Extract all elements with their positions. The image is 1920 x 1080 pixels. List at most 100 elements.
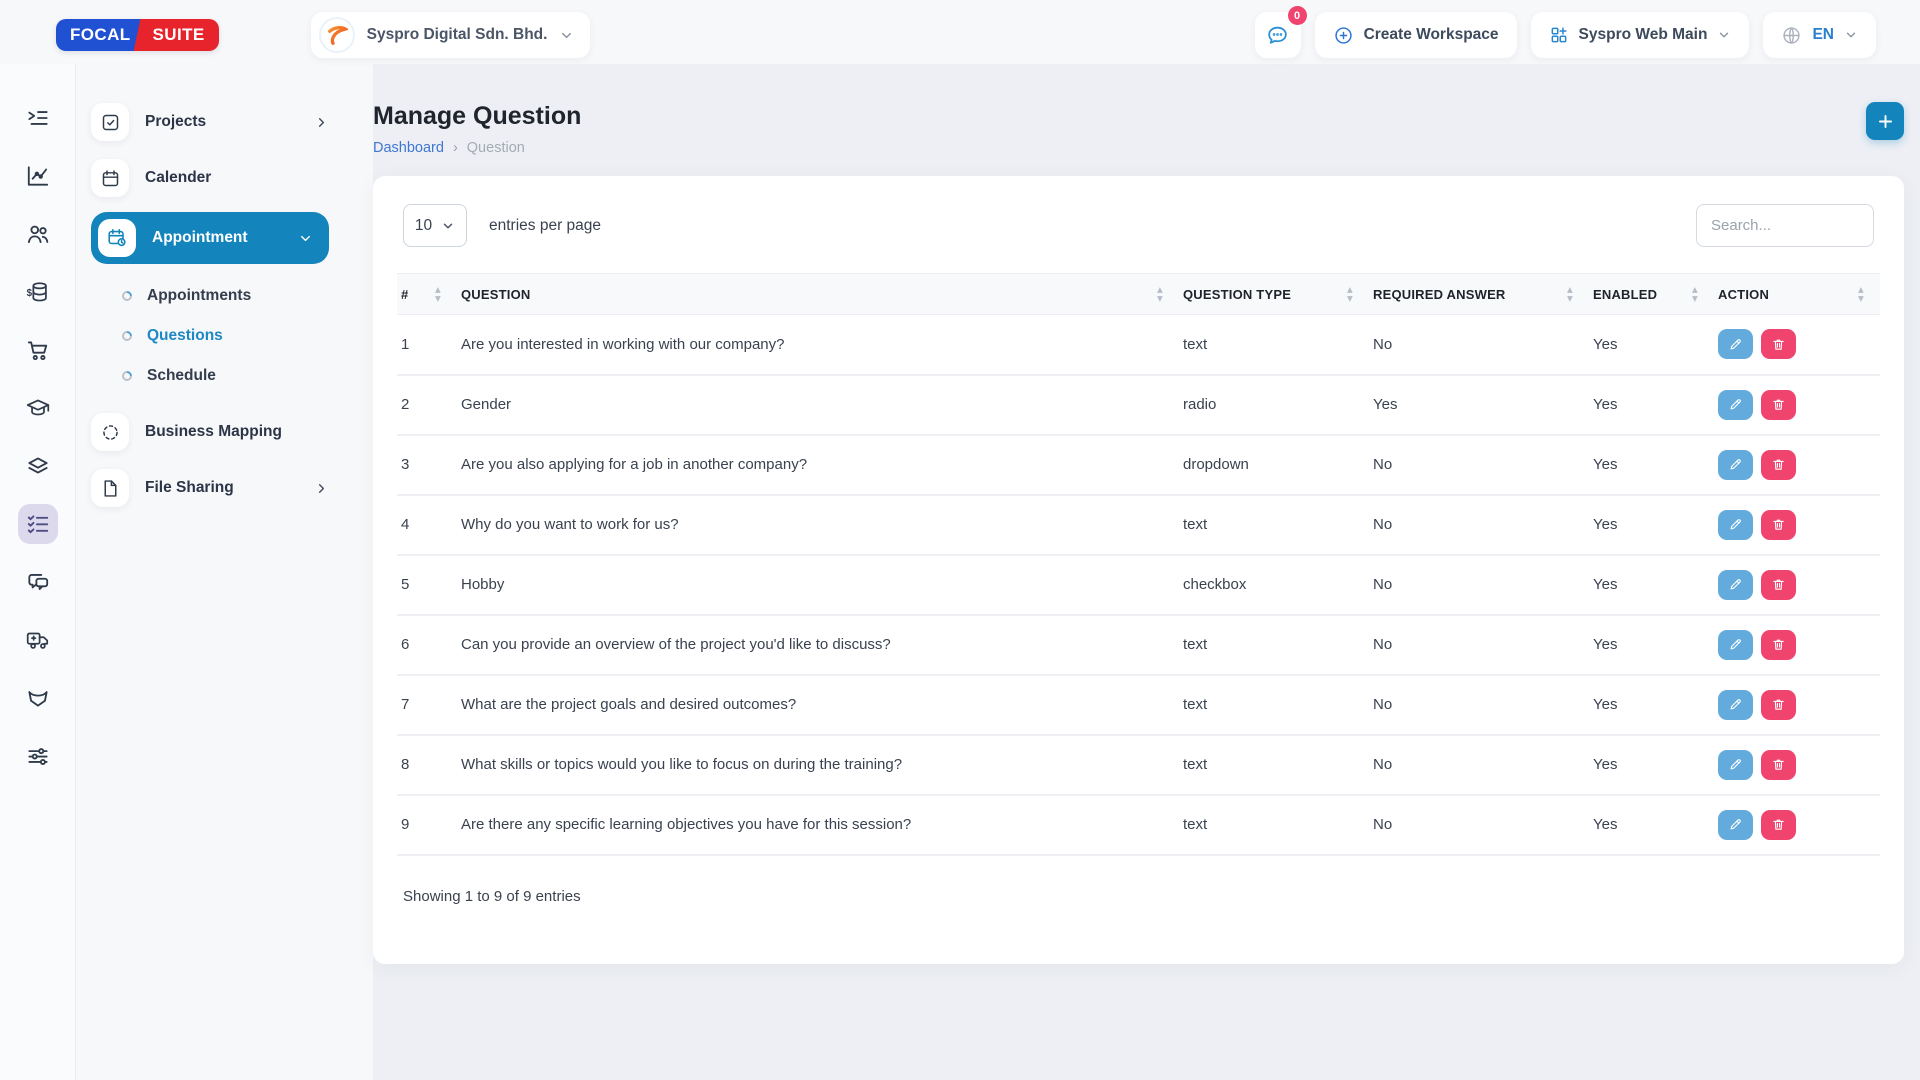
rail-tasks-icon[interactable] <box>18 98 58 138</box>
cell-required-answer: No <box>1369 315 1589 375</box>
chevron-down-icon <box>1717 28 1731 42</box>
delete-button[interactable] <box>1761 750 1796 780</box>
question-table: #▲▼QUESTION▲▼QUESTION TYPE▲▼REQUIRED ANS… <box>397 273 1880 856</box>
cell-question-type: radio <box>1179 375 1369 435</box>
cell-action <box>1714 555 1880 615</box>
column-header-enabled[interactable]: ENABLED▲▼ <box>1589 274 1714 315</box>
rail-analytics-icon[interactable] <box>18 156 58 196</box>
pencil-icon <box>1728 637 1743 652</box>
sort-icon[interactable]: ▲▼ <box>1692 286 1698 303</box>
sort-icon[interactable]: ▲▼ <box>1347 286 1353 303</box>
delete-button[interactable] <box>1761 690 1796 720</box>
create-workspace-label: Create Workspace <box>1364 26 1499 44</box>
column-header-question-type[interactable]: QUESTION TYPE ▲▼ <box>1179 274 1369 315</box>
sidebar-item-appointment[interactable]: Appointment <box>91 212 329 264</box>
subitem-label: Appointments <box>147 287 251 305</box>
search-input[interactable] <box>1696 204 1874 247</box>
pencil-icon <box>1728 457 1743 472</box>
add-question-button[interactable] <box>1866 102 1904 140</box>
column-label: QUESTION <box>461 287 531 302</box>
create-workspace-button[interactable]: Create Workspace <box>1315 12 1517 58</box>
workspace-selector[interactable]: Syspro Digital Sdn. Bhd. <box>311 12 591 58</box>
column-header-required-answer[interactable]: REQUIRED ANSWER▲▼ <box>1369 274 1589 315</box>
file-icon <box>91 469 129 507</box>
app-selector-button[interactable]: Syspro Web Main <box>1531 12 1750 58</box>
edit-button[interactable] <box>1718 630 1753 660</box>
cell-number: 7 <box>397 675 457 735</box>
edit-button[interactable] <box>1718 570 1753 600</box>
cell-question-type: dropdown <box>1179 435 1369 495</box>
delete-button[interactable] <box>1761 450 1796 480</box>
sidebar-subitem-appointments[interactable]: Appointments <box>91 276 329 316</box>
table-summary: Showing 1 to 9 of 9 entries <box>403 888 1874 905</box>
rail-education-icon[interactable] <box>18 388 58 428</box>
rail-finance-icon[interactable]: $ <box>18 272 58 312</box>
sort-icon[interactable]: ▲▼ <box>1157 286 1163 303</box>
edit-button[interactable] <box>1718 690 1753 720</box>
rail-cart-icon[interactable] <box>18 330 58 370</box>
edit-button[interactable] <box>1718 510 1753 540</box>
sidebar-item-label: File Sharing <box>145 479 298 497</box>
cell-question: Gender <box>457 375 1179 435</box>
main-content: Manage Question Dashboard › Question 10 <box>373 64 1920 1080</box>
column-header-[interactable]: #▲▼ <box>397 274 457 315</box>
cell-number: 8 <box>397 735 457 795</box>
delete-button[interactable] <box>1761 810 1796 840</box>
delete-button[interactable] <box>1761 630 1796 660</box>
rail-preferences-icon[interactable] <box>18 736 58 776</box>
sidebar-subitem-questions[interactable]: Questions <box>91 316 329 356</box>
sidebar-item-file-sharing[interactable]: File Sharing <box>91 466 329 510</box>
sort-icon[interactable]: ▲▼ <box>1567 286 1573 303</box>
sidebar-item-calender[interactable]: Calender <box>91 156 329 200</box>
cell-required-answer: No <box>1369 675 1589 735</box>
rail-checklist-icon[interactable] <box>18 504 58 544</box>
rail-layers-icon[interactable] <box>18 446 58 486</box>
chat-icon <box>1265 23 1290 48</box>
table-row: 4 Why do you want to work for us? text N… <box>397 495 1880 555</box>
edit-button[interactable] <box>1718 329 1753 359</box>
delete-button[interactable] <box>1761 390 1796 420</box>
chevron-down-icon <box>298 231 313 246</box>
pencil-icon <box>1728 517 1743 532</box>
cell-action <box>1714 315 1880 375</box>
pencil-icon <box>1728 337 1743 352</box>
sidebar-subitem-schedule[interactable]: Schedule <box>91 356 329 396</box>
sort-icon[interactable]: ▲▼ <box>435 286 441 303</box>
table-body: 1 Are you interested in working with our… <box>397 315 1880 855</box>
dashed-circle-icon <box>91 413 129 451</box>
delete-button[interactable] <box>1761 329 1796 359</box>
sidebar-item-business-mapping[interactable]: Business Mapping <box>91 410 329 454</box>
rail-transport-icon[interactable] <box>18 620 58 660</box>
breadcrumb: Dashboard › Question <box>373 140 581 156</box>
page-title: Manage Question <box>373 102 581 131</box>
edit-button[interactable] <box>1718 750 1753 780</box>
grid-plus-icon <box>1549 25 1569 45</box>
cell-enabled: Yes <box>1589 315 1714 375</box>
trash-icon <box>1771 457 1786 472</box>
column-header-action[interactable]: ACTION▲▼ <box>1714 274 1880 315</box>
edit-button[interactable] <box>1718 450 1753 480</box>
column-header-question[interactable]: QUESTION ▲▼ <box>457 274 1179 315</box>
rail-chat-icon[interactable] <box>18 562 58 602</box>
column-label: QUESTION TYPE <box>1183 287 1291 302</box>
chat-badge: 0 <box>1288 6 1307 25</box>
edit-button[interactable] <box>1718 810 1753 840</box>
trash-icon <box>1771 517 1786 532</box>
sort-icon[interactable]: ▲▼ <box>1858 286 1864 303</box>
workspace-logo-icon <box>319 17 355 53</box>
workspace-name: Syspro Digital Sdn. Bhd. <box>367 26 548 44</box>
table-row: 3 Are you also applying for a job in ano… <box>397 435 1880 495</box>
entries-per-page-select[interactable]: 10 <box>403 204 467 247</box>
chat-button[interactable]: 0 <box>1255 12 1301 58</box>
table-row: 7 What are the project goals and desired… <box>397 675 1880 735</box>
sidebar-item-projects[interactable]: Projects <box>91 100 329 144</box>
rail-users-icon[interactable] <box>18 214 58 254</box>
language-selector-button[interactable]: EN <box>1763 12 1876 58</box>
edit-button[interactable] <box>1718 390 1753 420</box>
cell-number: 4 <box>397 495 457 555</box>
delete-button[interactable] <box>1761 570 1796 600</box>
chevron-down-icon <box>559 28 574 43</box>
rail-fox-icon[interactable] <box>18 678 58 718</box>
delete-button[interactable] <box>1761 510 1796 540</box>
breadcrumb-dashboard-link[interactable]: Dashboard <box>373 140 444 156</box>
